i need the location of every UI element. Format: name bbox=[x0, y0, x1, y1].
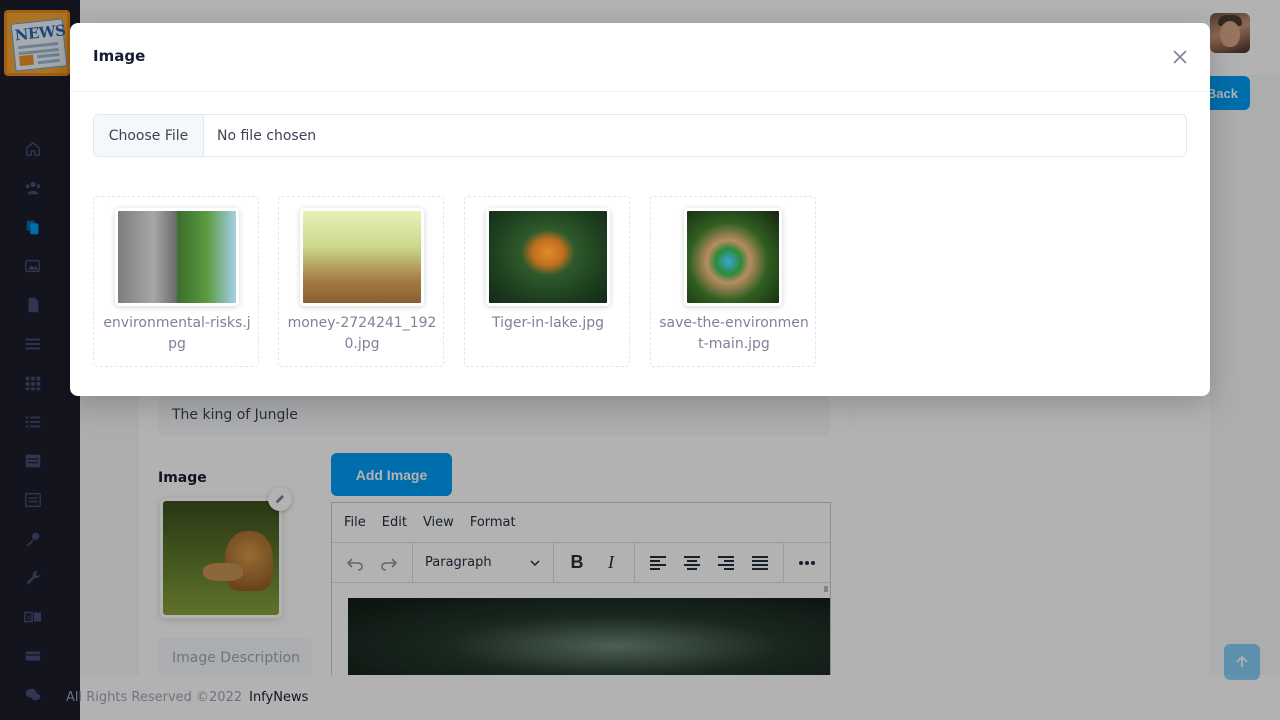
file-upload-input[interactable]: Choose File No file chosen bbox=[93, 114, 1187, 157]
gallery-thumbnail[interactable] bbox=[300, 208, 424, 306]
close-icon[interactable] bbox=[1168, 45, 1192, 69]
gallery-item[interactable]: environmental-risks.jpg bbox=[93, 196, 259, 367]
gallery-filename: money-2724241_1920.jpg bbox=[287, 315, 437, 352]
modal-header: Image bbox=[70, 23, 1210, 92]
gallery-filename: environmental-risks.jpg bbox=[103, 315, 251, 352]
gallery-filename: save-the-environment-main.jpg bbox=[659, 315, 809, 352]
image-picker-modal: Image Choose File No file chosen environ… bbox=[70, 23, 1210, 396]
no-file-text: No file chosen bbox=[217, 127, 317, 144]
gallery-filename: Tiger-in-lake.jpg bbox=[491, 315, 605, 331]
gallery-thumbnail[interactable] bbox=[486, 208, 610, 306]
gallery-thumbnail[interactable] bbox=[115, 208, 239, 306]
gallery-item[interactable]: save-the-environment-main.jpg bbox=[650, 196, 816, 367]
modal-title: Image bbox=[93, 47, 146, 65]
gallery-item[interactable]: Tiger-in-lake.jpg bbox=[464, 196, 630, 367]
gallery-thumbnail[interactable] bbox=[684, 208, 782, 306]
gallery-item[interactable]: money-2724241_1920.jpg bbox=[278, 196, 444, 367]
choose-file-button[interactable]: Choose File bbox=[94, 115, 204, 156]
